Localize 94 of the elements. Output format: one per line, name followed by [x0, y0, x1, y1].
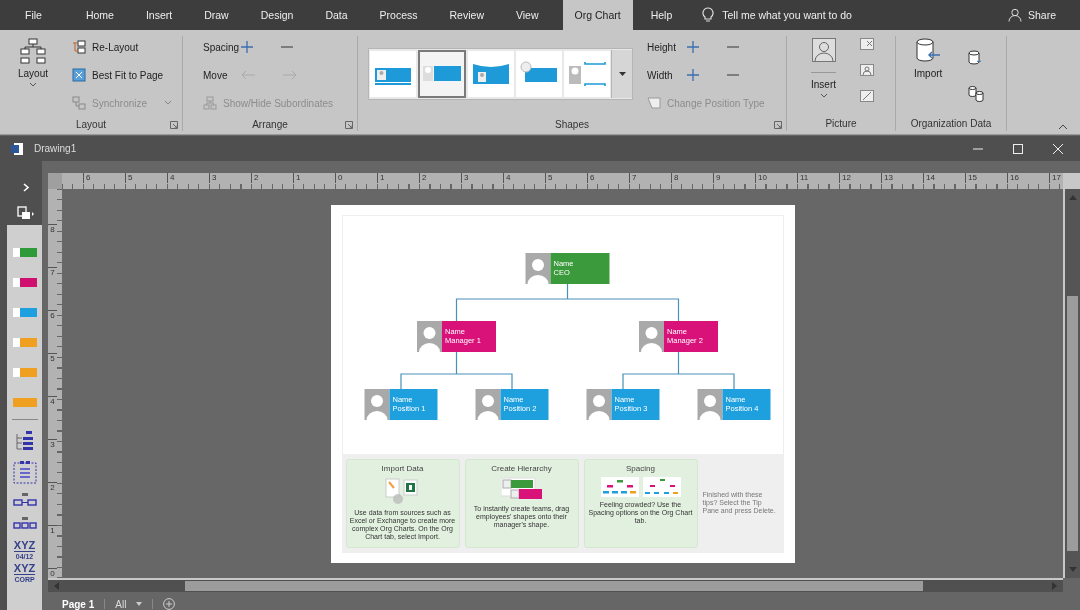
dialog-launcher-icon[interactable] — [170, 121, 178, 129]
close-icon[interactable] — [1053, 143, 1063, 154]
move-label: Move — [203, 69, 229, 81]
shape-style-option[interactable] — [468, 51, 514, 97]
spacing-label: Spacing — [203, 41, 241, 53]
collapse-ribbon-icon[interactable] — [1058, 124, 1068, 130]
page-tab[interactable]: Page 1 — [62, 598, 95, 610]
horizontal-scrollbar[interactable] — [48, 578, 1063, 592]
hierarchy-layout-icon[interactable] — [13, 430, 36, 452]
share-button[interactable]: Share — [1007, 8, 1056, 22]
add-page-icon[interactable] — [163, 598, 176, 610]
layout-button[interactable]: Layout — [10, 38, 57, 117]
menu-tab[interactable]: Review — [435, 0, 498, 30]
menu-tab[interactable]: Help — [636, 0, 687, 30]
group-label: Layout — [76, 118, 106, 130]
shape-style-option[interactable] — [418, 50, 466, 98]
tip-title: Import Data — [381, 463, 424, 473]
group-label: Picture — [825, 117, 857, 129]
plus-icon[interactable] — [241, 41, 253, 53]
height-label: Height — [647, 41, 677, 53]
menu-tab[interactable]: File — [11, 0, 68, 30]
synchronize-icon — [72, 96, 87, 110]
scrollbar-corner — [1063, 173, 1080, 189]
dialog-launcher-icon[interactable] — [774, 121, 782, 129]
person-picture-icon — [811, 38, 836, 62]
best-fit-button[interactable]: Best Fit to Page — [72, 61, 172, 89]
shape-style-option[interactable] — [564, 51, 610, 97]
maximize-icon[interactable] — [1013, 143, 1023, 154]
menu-tab[interactable]: Org Chart — [562, 0, 633, 30]
plus-icon[interactable] — [687, 69, 699, 81]
tell-me-search[interactable]: Tell me what you want to do — [702, 7, 852, 23]
database-refresh-icon[interactable] — [968, 50, 983, 66]
person-card-shape[interactable] — [12, 367, 37, 377]
menu-tab[interactable]: Draw — [190, 0, 243, 30]
horizontal-ruler: 6 5 4 3 2 1 0 1 2 3 4 5 6 7 8 9 10 11 12 13 14 15 16 17 — [62, 173, 1063, 189]
side-by-side-layout-icon[interactable] — [12, 492, 37, 508]
group-label: Organization Data — [910, 117, 992, 129]
change-picture-icon[interactable] — [860, 64, 874, 76]
re-layout-button[interactable]: Re-Layout — [72, 33, 172, 61]
person-card-shape[interactable] — [12, 307, 37, 317]
expand-chevron-icon[interactable] — [22, 183, 30, 192]
menu-tab[interactable]: Home — [71, 0, 128, 30]
insert-picture-button[interactable]: Insert — [803, 38, 844, 115]
scroll-left-icon[interactable] — [54, 582, 59, 590]
fit-page-icon — [72, 68, 87, 82]
group-label: Arrange — [252, 118, 288, 130]
document-icon — [10, 141, 24, 156]
vertical-ruler: 8 7 6 5 4 3 2 1 0 — [48, 189, 62, 578]
menu-tab[interactable]: Insert — [131, 0, 187, 30]
menu-tab[interactable]: Design — [246, 0, 308, 30]
menu-tab[interactable]: Process — [365, 0, 432, 30]
all-pages-menu[interactable]: All — [115, 598, 127, 610]
shape-style-option[interactable] — [370, 51, 416, 97]
lightbulb-icon — [702, 7, 715, 23]
person-icon — [1007, 8, 1022, 22]
tip-title: Spacing — [626, 463, 655, 473]
crowded-chart-drawing — [600, 476, 639, 497]
ruler-corner — [48, 173, 62, 189]
hierarchy-icon — [203, 96, 217, 110]
caret-icon — [30, 83, 36, 87]
stencil-menu-icon[interactable] — [17, 206, 35, 220]
caret-icon — [136, 602, 143, 606]
team-frame-icon[interactable] — [12, 460, 37, 484]
database-compare-icon[interactable] — [968, 86, 985, 102]
scroll-right-icon[interactable] — [1052, 582, 1057, 590]
group-label: Shapes — [555, 118, 589, 130]
menu-tab[interactable]: Data — [311, 0, 362, 30]
dialog-launcher-icon[interactable] — [345, 121, 353, 129]
plus-icon[interactable] — [687, 41, 699, 53]
width-label: Width — [647, 69, 674, 81]
hierarchy-drawing — [500, 476, 543, 501]
tip-title: Create Hierarchy — [491, 463, 552, 473]
crop-picture-icon[interactable] — [860, 90, 874, 102]
three-position-layout-icon[interactable] — [12, 516, 37, 530]
delete-picture-icon[interactable] — [860, 38, 874, 50]
shape-style-option[interactable] — [516, 51, 562, 97]
spaced-chart-drawing — [642, 476, 681, 497]
scroll-down-icon[interactable] — [1068, 567, 1077, 572]
person-card-shape[interactable] — [12, 277, 37, 287]
caret-icon — [820, 94, 827, 98]
scroll-up-icon[interactable] — [1068, 195, 1077, 200]
import-sources-drawing — [384, 476, 421, 505]
vertical-scrollbar[interactable] — [1063, 189, 1080, 578]
shape-icon — [647, 97, 661, 109]
menu-tab[interactable]: View — [501, 0, 553, 30]
re-layout-icon — [72, 40, 87, 54]
person-card-shape[interactable] — [12, 247, 37, 257]
caret-icon — [165, 101, 172, 105]
hierarchy-icon — [20, 38, 46, 64]
document-title: Drawing1 — [34, 143, 77, 154]
import-button[interactable]: Import — [906, 38, 951, 115]
person-card-shape[interactable] — [12, 337, 37, 347]
database-import-icon — [915, 38, 942, 64]
caret-icon — [618, 72, 626, 76]
